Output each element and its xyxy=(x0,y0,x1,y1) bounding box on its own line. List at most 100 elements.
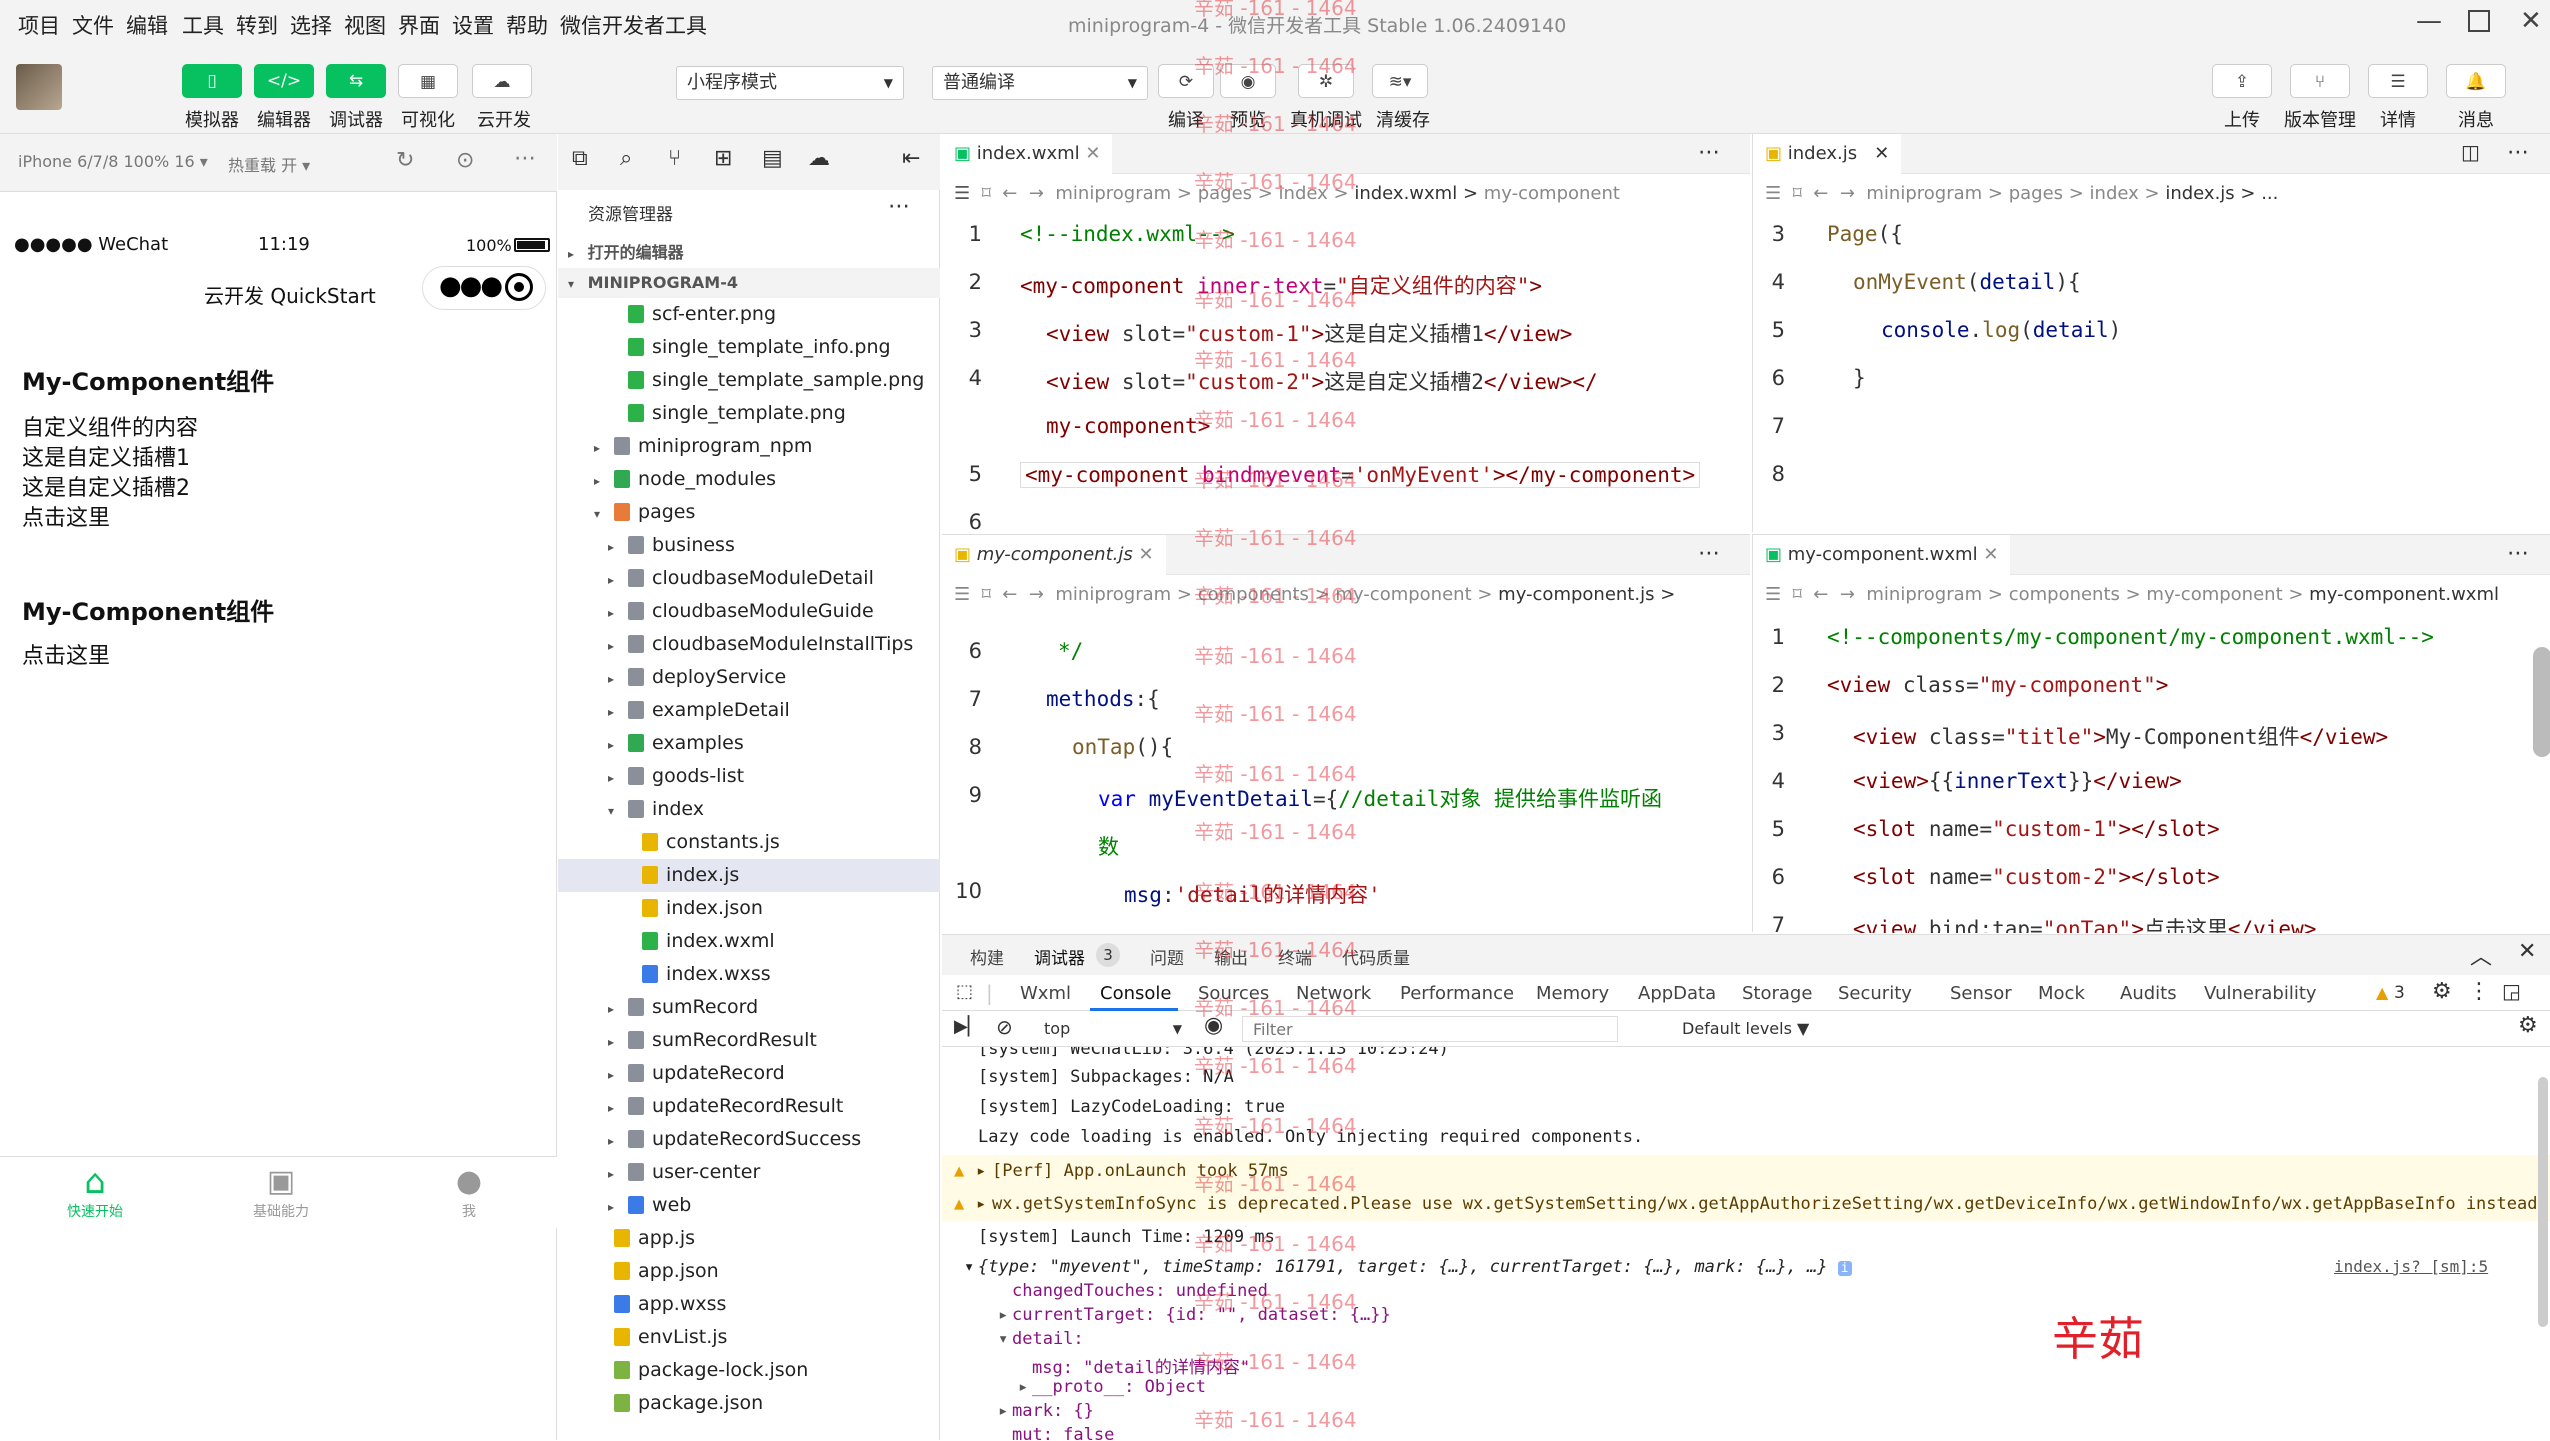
close-icon[interactable]: ✕ xyxy=(2520,6,2542,36)
tree-item[interactable]: package-lock.json xyxy=(558,1354,940,1387)
tree-item[interactable]: ▸ user-center xyxy=(558,1156,940,1189)
forward-arrow-icon[interactable]: → xyxy=(1840,584,1855,605)
bookmark-icon[interactable]: ⌑ xyxy=(982,584,991,605)
capsule-more-icon[interactable]: ●●● xyxy=(439,271,503,301)
project-section[interactable]: ▾ MINIPROGRAM-4 xyxy=(558,268,940,298)
tree-item[interactable]: app.js xyxy=(558,1222,940,1255)
chevron-right-icon[interactable]: ▸ xyxy=(594,432,608,465)
tree-item[interactable]: package.json xyxy=(558,1387,940,1420)
dock-icon[interactable]: ◲ xyxy=(2502,979,2521,1003)
bookmark-icon[interactable]: ⌑ xyxy=(1793,584,1802,605)
panel-vulnerability[interactable]: Vulnerability xyxy=(2204,983,2317,1004)
console-object-line[interactable]: ▾ {type: "myevent", timeStamp: 161791, ta… xyxy=(942,1257,2550,1277)
list-icon[interactable]: ☰ xyxy=(1765,584,1781,605)
clear-console-icon[interactable]: ⊘ xyxy=(996,1015,1013,1039)
warning-icon[interactable]: ▲ xyxy=(2376,983,2388,1002)
console-prop[interactable]: ▸ currentTarget: {id: "", dataset: {…}} xyxy=(942,1305,2550,1325)
tree-item[interactable]: ▸ sumRecord xyxy=(558,991,940,1024)
menu-file[interactable]: 文件 xyxy=(72,10,114,40)
panel-memory[interactable]: Memory xyxy=(1536,983,1609,1004)
tree-item[interactable]: ▸ cloudbaseModuleDetail xyxy=(558,562,940,595)
console-warning[interactable]: ▲ ▸ wx.getSystemInfoSync is deprecated.Ple… xyxy=(942,1187,2550,1221)
forward-arrow-icon[interactable]: → xyxy=(1029,584,1044,605)
menu-interface[interactable]: 界面 xyxy=(398,10,440,40)
compile-select[interactable]: 普通编译 ▼ xyxy=(932,66,1148,100)
breadcrumb-symbol[interactable]: my-component xyxy=(1484,183,1620,204)
chevron-right-icon[interactable]: ▸ xyxy=(608,564,622,597)
tree-item[interactable]: single_template_info.png xyxy=(558,331,940,364)
menu-help[interactable]: 帮助 xyxy=(506,10,548,40)
stop-icon[interactable]: ⊙ xyxy=(456,148,474,173)
tree-item[interactable]: ▸ cloudbaseModuleInstallTips xyxy=(558,628,940,661)
tree-item[interactable]: ▸ updateRecordResult xyxy=(558,1090,940,1123)
panel-appdata[interactable]: AppData xyxy=(1638,983,1716,1004)
tree-item[interactable]: ▸ deployService xyxy=(558,661,940,694)
breadcrumb-file[interactable]: index.wxml > xyxy=(1354,183,1478,204)
panel-storage[interactable]: Storage xyxy=(1742,983,1812,1004)
back-arrow-icon[interactable]: ← xyxy=(1002,183,1017,204)
close-tab-icon[interactable]: ✕ xyxy=(1085,143,1100,164)
upload-button[interactable]: ⇪ xyxy=(2212,64,2272,98)
tab-my-component-wxml[interactable]: ▣ my-component.wxml ✕ xyxy=(1753,535,2011,575)
tree-item[interactable]: constants.js xyxy=(558,826,940,859)
minimize-icon[interactable]: — xyxy=(2416,6,2442,36)
sidebar-toggle-icon[interactable]: ▶▏ xyxy=(954,1016,982,1037)
details-button[interactable]: ☰ xyxy=(2368,64,2428,98)
capsule-close-icon[interactable] xyxy=(505,273,533,301)
avatar[interactable] xyxy=(16,64,62,110)
component1-tap[interactable]: 点击这里 xyxy=(22,500,110,532)
tree-item[interactable]: single_template_sample.png xyxy=(558,364,940,397)
menu-tools[interactable]: 工具 xyxy=(182,10,224,40)
chevron-down-icon[interactable]: ▾ xyxy=(608,795,622,828)
version-button[interactable]: ⑂ xyxy=(2290,64,2350,98)
code-area[interactable]: 1 2 3 4 5 6 7 <!--components/my-componen… xyxy=(1753,615,2550,933)
remote-debug-button[interactable]: ✲ xyxy=(1298,64,1354,98)
tree-item[interactable]: app.json xyxy=(558,1255,940,1288)
panel-wxml[interactable]: Wxml xyxy=(1020,983,1071,1004)
clear-cache-button[interactable]: ≋▾ xyxy=(1372,64,1428,98)
forward-arrow-icon[interactable]: → xyxy=(1029,183,1044,204)
close-tab-icon[interactable]: ✕ xyxy=(1983,544,1998,565)
breadcrumb-file[interactable]: index.js > ... xyxy=(2165,183,2278,204)
tree-item[interactable]: ▸ updateRecord xyxy=(558,1057,940,1090)
editor-more-icon[interactable]: ⋯ xyxy=(2507,541,2529,566)
tree-item[interactable]: ▾ index xyxy=(558,793,940,826)
more-icon[interactable]: ⋯ xyxy=(514,146,536,171)
chevron-right-icon[interactable]: ▸ xyxy=(608,1092,622,1125)
chevron-right-icon[interactable]: ▸ xyxy=(608,663,622,696)
console-output[interactable]: [system] WeChatLib: 3.6.4 (2025.1.13 10:… xyxy=(942,1047,2550,1441)
tree-item[interactable]: index.wxml xyxy=(558,925,940,958)
collapse-icon[interactable]: ︿ xyxy=(2470,939,2492,971)
visual-toggle-button[interactable]: ▦ xyxy=(398,64,458,98)
debugger-toggle-button[interactable]: ⇆ xyxy=(326,64,386,98)
close-tab-icon[interactable]: ✕ xyxy=(1138,544,1153,565)
console-prop[interactable]: ▸ __proto__: Object xyxy=(942,1377,2550,1397)
tab-code-quality[interactable]: 代码质量 xyxy=(1342,944,1410,969)
info-icon[interactable]: i xyxy=(1837,1261,1852,1276)
code-area[interactable]: 1 2 3 4 5 6 <!--index.wxml--> <my-compon… xyxy=(942,214,1750,532)
list-icon[interactable]: ☰ xyxy=(1765,183,1781,204)
compile-button[interactable]: ⟳ xyxy=(1158,64,1214,98)
console-prop[interactable]: ▸ mark: {} xyxy=(942,1401,2550,1421)
eye-icon[interactable]: ◉ xyxy=(1204,1013,1223,1038)
editor-more-icon[interactable]: ⋯ xyxy=(2507,140,2529,165)
tree-item[interactable]: index.wxss xyxy=(558,958,940,991)
tree-item[interactable]: index.js xyxy=(558,859,940,892)
hot-reload-select[interactable]: 热重载 开 ▾ xyxy=(228,152,310,176)
preview-button[interactable]: ◉ xyxy=(1220,64,1276,98)
tree-item[interactable]: index.json xyxy=(558,892,940,925)
menu-edit[interactable]: 编辑 xyxy=(126,10,168,40)
tree-item[interactable]: single_template.png xyxy=(558,397,940,430)
tree-item[interactable]: ▸ node_modules xyxy=(558,463,940,496)
search-icon[interactable]: ⌕ xyxy=(620,146,632,171)
forward-arrow-icon[interactable]: → xyxy=(1840,183,1855,204)
tab-problems[interactable]: 问题 xyxy=(1150,944,1184,969)
chevron-right-icon[interactable]: ▸ xyxy=(608,993,622,1026)
maximize-icon[interactable] xyxy=(2468,10,2490,32)
panel-performance[interactable]: Performance xyxy=(1400,983,1514,1004)
layout-icon[interactable]: ▤ xyxy=(762,146,783,171)
panel-security[interactable]: Security xyxy=(1838,983,1912,1004)
tab-terminal[interactable]: 终端 xyxy=(1278,944,1312,969)
chevron-right-icon[interactable]: ▸ xyxy=(608,762,622,795)
menu-goto[interactable]: 转到 xyxy=(236,10,278,40)
